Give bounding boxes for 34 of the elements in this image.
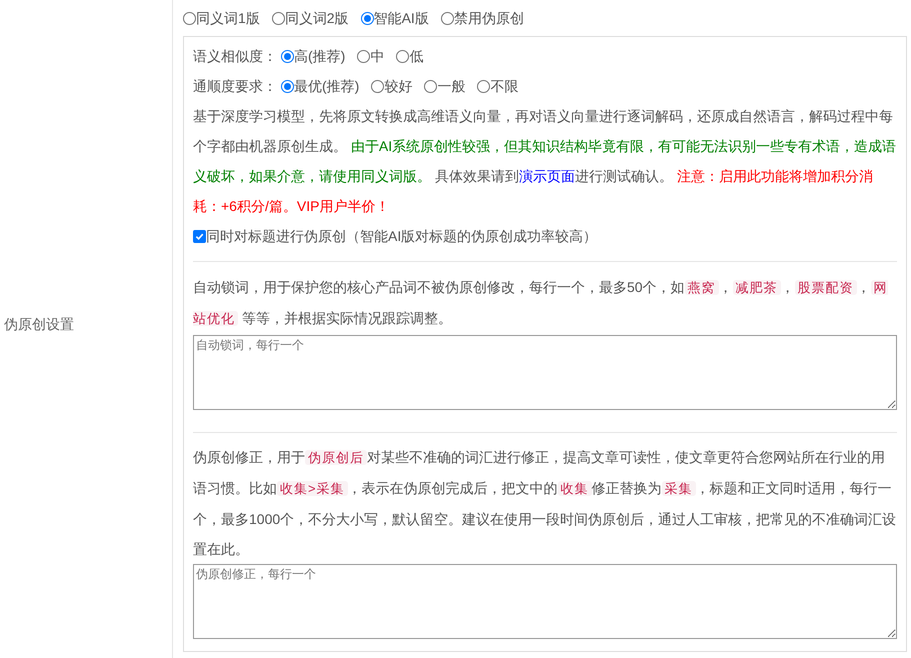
radio-option[interactable]: 低: [396, 46, 424, 66]
corrections-text: 伪原创修正，用于 伪原创后 对某些不准确的词汇进行修正，提高文章可读性，使文章更符合您网站所在行业的用语习惯。比如 收集>采集 ，表示在伪原创完成后，把文中的 收集 修正替换为 采集 ，标题和正文同时适用，每行一个，最多1000个，不分大小写，默认留空。建议在使用一段时间伪原创后，通过人工审核，把常见的不准确词汇设置在此。: [193, 448, 897, 559]
corrections-field[interactable]: 伪原创修正，每行一个: [193, 564, 897, 639]
checkbox[interactable]: [193, 230, 206, 242]
description-text: 基于深度学习模型，先将原文转换成高维语义向量，再对语义向量进行逐词解码，还原成自然语言，解码过程中每个字都由机器原创生成。 由于AI系统原创性较强，但其知识结构毕竟有限，有可能无法识别一些专有术语，造成语义破坏，如果介意，请使用同义词版。 具体效果请到演示页面进行测试确认。 注意：启用此功能将增加积分消耗：+6积分/篇。VIP用户半价！: [193, 107, 897, 216]
mode-option[interactable]: 同义词1版: [183, 8, 260, 29]
radio-button[interactable]: [440, 12, 454, 25]
radio-option[interactable]: 中: [357, 46, 384, 66]
mode-option[interactable]: 智能AI版: [360, 8, 429, 29]
radio-option[interactable]: 一般: [424, 76, 466, 96]
radio-button[interactable]: [183, 12, 196, 25]
lock-words-text: 自动锁词，用于保护您的核心产品词不被伪原创修改，每行一个，最多50个，如 燕窝 ， 减肥茶 ， 股票配资 ， 网站优化 等等，并根据实际情况跟踪调整。: [193, 278, 889, 328]
setting-label: 语义相似度：: [193, 46, 277, 66]
setting-label: 通顺度要求：: [193, 76, 277, 96]
lock-words-field[interactable]: 自动锁词，每行一个: [193, 335, 897, 410]
radio-option[interactable]: 高(推荐): [281, 46, 346, 66]
demo-page-link[interactable]: 演示页面: [518, 168, 575, 184]
radio-button[interactable]: [357, 50, 370, 62]
section-label: 伪原创设置: [4, 314, 74, 334]
mode-option[interactable]: 禁用伪原创: [440, 8, 524, 29]
radio-button[interactable]: [477, 80, 490, 92]
radio-button[interactable]: [424, 80, 438, 92]
title-checkbox-option[interactable]: 同时对标题进行伪原创（智能AI版对标题的伪原创成功率较高）: [193, 221, 897, 251]
radio-button[interactable]: [281, 80, 294, 92]
radio-button[interactable]: [360, 12, 374, 25]
radio-button[interactable]: [371, 80, 384, 92]
check-icon: [195, 232, 204, 240]
radio-option[interactable]: 较好: [371, 76, 412, 96]
radio-option[interactable]: 最优(推荐): [281, 76, 360, 96]
radio-button[interactable]: [281, 50, 294, 62]
radio-button[interactable]: [396, 50, 410, 62]
mode-option[interactable]: 同义词2版: [272, 8, 349, 29]
radio-button[interactable]: [272, 12, 285, 25]
radio-option[interactable]: 不限: [477, 76, 518, 96]
